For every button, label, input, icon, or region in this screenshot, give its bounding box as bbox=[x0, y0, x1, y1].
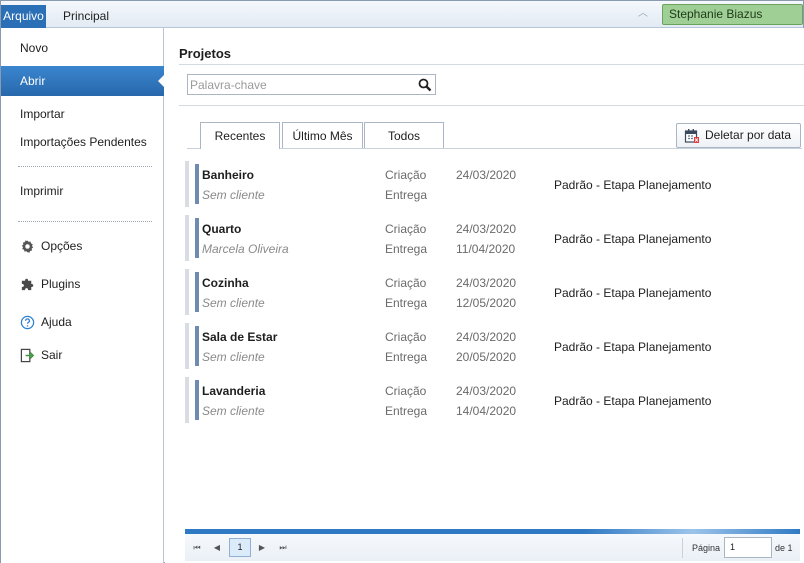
row-shade bbox=[185, 161, 189, 207]
row-shade bbox=[185, 269, 189, 315]
project-client: Marcela Oliveira bbox=[202, 242, 289, 256]
row-marker bbox=[195, 326, 199, 366]
nav-item-label: Sair bbox=[41, 348, 63, 362]
project-status: Padrão - Etapa Planejamento bbox=[554, 178, 712, 192]
created-date: 24/03/2020 bbox=[456, 276, 517, 290]
backstage-nav: Novo Abrir Importar Importações Pendente… bbox=[1, 28, 165, 563]
project-status: Padrão - Etapa Planejamento bbox=[554, 340, 712, 354]
current-page-button[interactable]: 1 bbox=[229, 538, 251, 557]
page-total-label: de 1 bbox=[775, 543, 793, 553]
exit-icon bbox=[20, 348, 35, 363]
delivery-date: 11/04/2020 bbox=[456, 242, 516, 256]
search-icon[interactable] bbox=[418, 78, 432, 92]
created-date: 24/03/2020 bbox=[456, 330, 517, 344]
project-name: Quarto bbox=[202, 222, 242, 236]
project-row-cozinha[interactable]: Cozinha Sem cliente Criação Entrega 24/0… bbox=[185, 269, 785, 315]
nav-item-label: Opções bbox=[41, 239, 83, 253]
project-row-banheiro[interactable]: Banheiro Sem cliente Criação Entrega 24/… bbox=[185, 161, 785, 207]
main-panel: Projetos Recentes Último Mês Todos bbox=[165, 28, 804, 563]
project-row-lavanderia[interactable]: Lavanderia Sem cliente Criação Entrega 2… bbox=[185, 377, 785, 423]
delivery-date: 20/05/2020 bbox=[456, 350, 517, 364]
delivery-label: Entrega bbox=[385, 242, 428, 256]
project-name: Cozinha bbox=[202, 276, 249, 290]
project-row-quarto[interactable]: Quarto Marcela Oliveira Criação Entrega … bbox=[185, 215, 785, 261]
project-client: Sem cliente bbox=[202, 296, 265, 310]
page-title: Projetos bbox=[179, 46, 232, 61]
nav-item-imprimir[interactable]: Imprimir bbox=[1, 176, 164, 206]
help-icon bbox=[20, 315, 35, 330]
search-box bbox=[187, 74, 436, 95]
created-label: Criação bbox=[385, 222, 427, 236]
nav-item-novo[interactable]: Novo bbox=[1, 33, 164, 63]
tab-todos[interactable]: Todos bbox=[364, 122, 444, 148]
row-shade bbox=[185, 377, 189, 423]
nav-item-plugins[interactable]: Plugins bbox=[1, 269, 164, 299]
project-client: Sem cliente bbox=[202, 404, 265, 418]
project-client: Sem cliente bbox=[202, 350, 265, 364]
delivery-date: 14/04/2020 bbox=[456, 404, 517, 418]
project-name: Banheiro bbox=[202, 168, 255, 182]
row-marker bbox=[195, 380, 199, 420]
tab-arquivo[interactable]: Arquivo bbox=[1, 5, 46, 28]
tab-principal[interactable]: Principal bbox=[63, 5, 109, 28]
project-status: Padrão - Etapa Planejamento bbox=[554, 394, 712, 408]
project-row-sala-de-estar[interactable]: Sala de Estar Sem cliente Criação Entreg… bbox=[185, 323, 785, 369]
project-status: Padrão - Etapa Planejamento bbox=[554, 286, 712, 300]
created-date: 24/03/2020 bbox=[456, 168, 517, 182]
title-divider bbox=[179, 64, 804, 65]
delete-by-date-button[interactable]: Deletar por data bbox=[676, 123, 801, 148]
pager-divider bbox=[682, 538, 683, 558]
created-label: Criação bbox=[385, 330, 427, 344]
row-marker bbox=[195, 218, 199, 258]
nav-item-importar[interactable]: Importar bbox=[1, 99, 164, 129]
created-label: Criação bbox=[385, 384, 427, 398]
search-divider bbox=[179, 105, 804, 106]
nav-item-importacoes-pendentes[interactable]: Importações Pendentes bbox=[1, 127, 164, 157]
row-marker bbox=[195, 164, 199, 204]
delete-by-date-label: Deletar por data bbox=[705, 128, 792, 142]
pager: ⏮ ◀ 1 ▶ ⏭ Página 1 de 1 bbox=[185, 529, 800, 561]
created-label: Criação bbox=[385, 168, 427, 182]
calendar-delete-icon bbox=[684, 129, 699, 143]
nav-item-ajuda[interactable]: Ajuda bbox=[1, 307, 164, 337]
nav-item-label: Ajuda bbox=[41, 315, 72, 329]
delivery-label: Entrega bbox=[385, 350, 428, 364]
project-client: Sem cliente bbox=[202, 188, 265, 202]
last-page-icon[interactable]: ⏭ bbox=[276, 541, 290, 555]
project-name: Sala de Estar bbox=[202, 330, 278, 344]
row-shade bbox=[185, 215, 189, 261]
delivery-label: Entrega bbox=[385, 404, 428, 418]
created-date: 24/03/2020 bbox=[456, 222, 517, 236]
app-window: Arquivo Principal ︿ Stephanie Biazus Bor… bbox=[0, 0, 804, 563]
nav-item-label: Plugins bbox=[41, 277, 81, 291]
page-number-input[interactable]: 1 bbox=[724, 537, 772, 558]
delivery-label: Entrega bbox=[385, 296, 428, 310]
user-badge[interactable]: Stephanie Biazus Borges bbox=[662, 4, 803, 40]
delivery-date: 12/05/2020 bbox=[456, 296, 517, 310]
row-marker bbox=[195, 272, 199, 312]
nav-divider bbox=[18, 221, 152, 222]
page-label: Página bbox=[692, 543, 721, 553]
tab-recentes[interactable]: Recentes bbox=[200, 122, 280, 149]
pager-accent bbox=[585, 529, 800, 534]
tab-ultimo-mes[interactable]: Último Mês bbox=[282, 122, 363, 148]
nav-item-sair[interactable]: Sair bbox=[1, 340, 164, 370]
nav-item-opcoes[interactable]: Opções bbox=[1, 231, 164, 261]
gear-icon bbox=[21, 240, 34, 253]
project-status: Padrão - Etapa Planejamento bbox=[554, 232, 712, 246]
collapse-ribbon-icon[interactable]: ︿ bbox=[638, 9, 652, 19]
nav-divider bbox=[18, 166, 152, 167]
created-date: 24/03/2020 bbox=[456, 384, 517, 398]
puzzle-icon bbox=[21, 278, 34, 291]
row-shade bbox=[185, 323, 189, 369]
created-label: Criação bbox=[385, 276, 427, 290]
delivery-label: Entrega bbox=[385, 188, 428, 202]
prev-page-icon[interactable]: ◀ bbox=[210, 541, 224, 555]
nav-item-abrir[interactable]: Abrir bbox=[1, 66, 165, 96]
first-page-icon[interactable]: ⏮ bbox=[190, 541, 204, 555]
next-page-icon[interactable]: ▶ bbox=[255, 541, 269, 555]
search-input[interactable] bbox=[190, 76, 414, 93]
project-name: Lavanderia bbox=[202, 384, 266, 398]
ribbon-bar: Arquivo Principal ︿ Stephanie Biazus Bor… bbox=[1, 1, 803, 40]
